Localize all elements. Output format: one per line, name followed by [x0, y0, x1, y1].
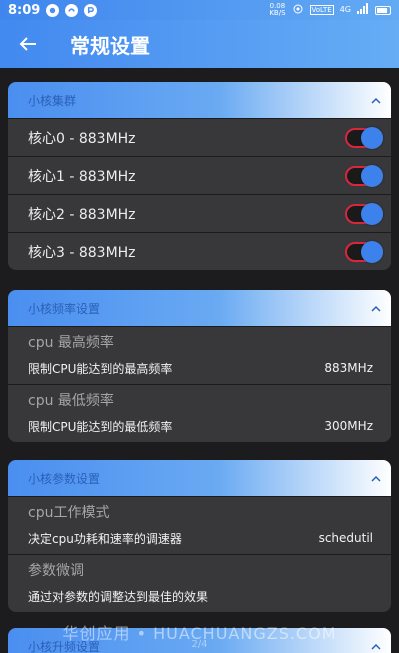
card-params: 小核参数设置 cpu工作模式 决定cpu功耗和速率的调速器 schedutil …	[8, 460, 391, 612]
setting-value: 883MHz	[324, 361, 373, 375]
link-app-icon	[65, 3, 79, 17]
setting-title: cpu 最高频率	[28, 335, 114, 351]
page-indicator: 2/4	[191, 639, 208, 650]
setting-governor[interactable]: cpu工作模式 决定cpu功耗和速率的调速器 schedutil	[8, 496, 391, 554]
card-title: 小核集群	[28, 93, 77, 108]
card-title: 小核参数设置	[28, 471, 101, 486]
app-bar: 常规设置	[0, 20, 399, 68]
core-2-toggle[interactable]	[345, 202, 383, 225]
card-title: 小核频率设置	[28, 301, 101, 316]
toggle-knob	[361, 164, 383, 187]
core-label: 核心0 - 883MHz	[28, 130, 136, 147]
setting-value: 300MHz	[324, 419, 373, 433]
chevron-up-icon	[371, 93, 381, 107]
card-header-params[interactable]: 小核参数设置	[8, 460, 391, 496]
card-header-frequency[interactable]: 小核频率设置	[8, 290, 391, 326]
core-label: 核心3 - 883MHz	[28, 244, 136, 261]
setting-min-freq[interactable]: cpu 最低频率 限制CPU能达到的最低频率 300MHz	[8, 384, 391, 442]
chevron-up-icon	[371, 301, 381, 315]
card-header-core-cluster[interactable]: 小核集群	[8, 82, 391, 118]
card-frequency: 小核频率设置 cpu 最高频率 限制CPU能达到的最高频率 883MHz cpu…	[8, 290, 391, 442]
p-app-icon	[84, 3, 98, 17]
core-label: 核心1 - 883MHz	[28, 168, 136, 185]
list-item-core-0: 核心0 - 883MHz	[8, 118, 391, 156]
back-button[interactable]	[16, 32, 40, 56]
setting-title: cpu工作模式	[28, 505, 110, 521]
card-core-cluster: 小核集群 核心0 - 883MHz 核心1 - 883MHz 核心2 - 883…	[8, 82, 391, 270]
toggle-knob	[361, 240, 383, 263]
setting-title: 参数微调	[28, 563, 84, 579]
net-speed: 0.08 KB/S	[269, 2, 286, 17]
hotspot-icon	[292, 3, 304, 17]
toggle-knob	[361, 202, 383, 225]
list-item-core-2: 核心2 - 883MHz	[8, 194, 391, 232]
list-item-core-1: 核心1 - 883MHz	[8, 156, 391, 194]
settings-content[interactable]: 小核集群 核心0 - 883MHz 核心1 - 883MHz 核心2 - 883…	[0, 68, 399, 653]
chevron-up-icon	[371, 471, 381, 485]
setting-tuning[interactable]: 参数微调 通过对参数的调整达到最佳的效果	[8, 554, 391, 612]
arrow-left-icon	[19, 37, 36, 51]
battery-icon	[375, 5, 391, 15]
setting-desc: 决定cpu功耗和速率的调速器	[28, 531, 182, 546]
setting-desc: 限制CPU能达到的最高频率	[28, 361, 173, 376]
setting-value: schedutil	[318, 531, 373, 545]
core-0-toggle[interactable]	[345, 126, 383, 149]
signal-4g-label: 4G	[339, 5, 351, 14]
core-label: 核心2 - 883MHz	[28, 206, 136, 223]
status-bar: 8:09 0.08 KB/S VoLTE 4G	[0, 0, 399, 20]
setting-max-freq[interactable]: cpu 最高频率 限制CPU能达到的最高频率 883MHz	[8, 326, 391, 384]
page-title: 常规设置	[70, 33, 150, 58]
core-3-toggle[interactable]	[345, 240, 383, 263]
toggle-knob	[361, 126, 383, 149]
setting-title: cpu 最低频率	[28, 393, 114, 409]
status-time: 8:09	[8, 2, 41, 18]
setting-desc: 通过对参数的调整达到最佳的效果	[28, 589, 209, 604]
core-1-toggle[interactable]	[345, 164, 383, 187]
setting-desc: 限制CPU能达到的最低频率	[28, 419, 173, 434]
notification-icon	[46, 3, 60, 17]
list-item-core-3: 核心3 - 883MHz	[8, 232, 391, 270]
volte-badge: VoLTE	[309, 5, 334, 15]
signal-icon	[357, 2, 369, 18]
